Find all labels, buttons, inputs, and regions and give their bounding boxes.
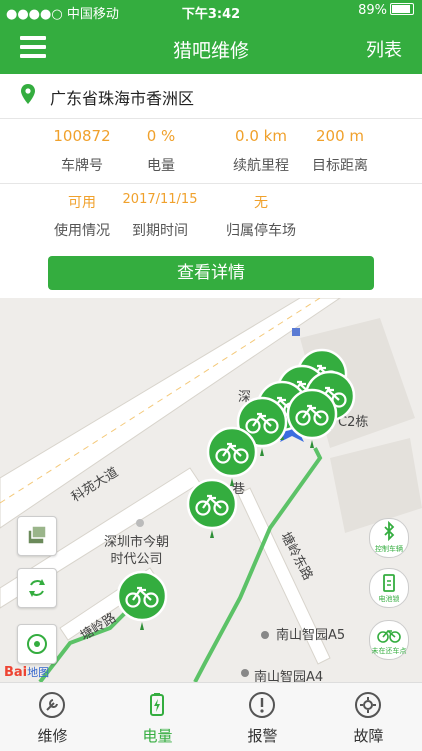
location-pin-icon xyxy=(21,84,35,104)
map-layers-icon xyxy=(27,525,47,545)
stat-battery: 0 % 电量 xyxy=(111,127,211,175)
battery-icon xyxy=(390,3,414,15)
tab-label: 故障 xyxy=(353,727,384,745)
tab-label: 报警 xyxy=(247,727,278,745)
locate-button[interactable] xyxy=(17,624,57,664)
page-title: 猎吧维修 xyxy=(172,40,249,62)
poi-label: 深圳市今朝 时代公司 xyxy=(104,535,170,567)
tab-bar: 维修 电量 报警 故障 xyxy=(0,682,422,751)
control-vehicle-label: 控制车辆 xyxy=(375,545,403,553)
not-at-return-point-label: 未在还车点 xyxy=(371,647,407,655)
control-vehicle-button[interactable]: 控制车辆 xyxy=(369,518,409,558)
status-bar: ●●●●○ 中国移动 下午3:42 89% xyxy=(0,0,422,22)
tab-label: 电量 xyxy=(142,727,173,745)
vehicle-stats: 100872 车牌号 0 % 电量 0.0 km 续航里程 200 m 目标距离 xyxy=(0,119,422,184)
battery-percent: 89% xyxy=(358,3,387,18)
gear-icon xyxy=(355,692,381,718)
bluetooth-icon xyxy=(384,520,395,542)
list-button[interactable]: 列表 xyxy=(366,36,402,62)
locate-icon xyxy=(27,634,47,654)
layer-toggle-button[interactable] xyxy=(17,516,57,556)
info-expiry: 2017/11/15 到期时间 xyxy=(110,192,210,240)
tab-battery[interactable]: 电量 xyxy=(105,683,210,751)
nav-bar: 猎吧维修 列表 xyxy=(0,22,422,74)
battery-lock-icon xyxy=(383,574,395,592)
tab-alarm[interactable]: 报警 xyxy=(210,683,315,751)
stat-label: 目标距离 xyxy=(312,158,368,174)
battery-lock-label: 电池锁 xyxy=(378,595,400,603)
tab-repair[interactable]: 维修 xyxy=(0,683,105,751)
refresh-icon xyxy=(29,579,45,597)
vehicle-info: 可用 使用情况 2017/11/15 到期时间 无 归属停车场 xyxy=(0,184,422,248)
tab-label: 维修 xyxy=(37,727,68,745)
map-view[interactable]: 科苑大道 深圳市今朝 时代公司 塘岭路 塘岭东路 南山智园A5 南山智园A4 C… xyxy=(0,298,422,682)
refresh-button[interactable] xyxy=(17,568,57,608)
stat-label: 电量 xyxy=(147,158,175,174)
info-label: 到期时间 xyxy=(132,223,188,239)
stat-value: 0 % xyxy=(146,127,176,145)
battery-charge-icon xyxy=(150,693,164,716)
view-details-button[interactable]: 查看详情 xyxy=(48,256,374,290)
info-parking: 无 归属停车场 xyxy=(211,192,311,240)
alert-icon xyxy=(249,692,275,718)
status-right: 89% xyxy=(358,3,414,18)
not-at-return-point-button[interactable]: 未在还车点 xyxy=(369,620,409,660)
bike-marker[interactable] xyxy=(286,388,338,448)
bike-marker[interactable] xyxy=(116,570,168,630)
info-value: 无 xyxy=(254,195,268,211)
stat-value: 200 m xyxy=(315,127,364,145)
bike-marker[interactable] xyxy=(206,426,258,486)
stat-distance: 200 m 目标距离 xyxy=(290,127,390,175)
tab-fault[interactable]: 故障 xyxy=(316,683,421,751)
info-value: 2017/11/15 xyxy=(122,192,198,207)
bike-marker[interactable] xyxy=(186,478,238,538)
battery-lock-button[interactable]: 电池锁 xyxy=(369,568,409,608)
provider-name: Bai xyxy=(4,665,28,680)
poi-label: 南山智园A5 xyxy=(276,628,346,643)
info-label: 归属停车场 xyxy=(226,223,296,239)
bike-icon xyxy=(377,629,401,643)
address-text: 广东省珠海市香洲区 xyxy=(50,89,195,108)
baidu-map-logo: Bai地图 xyxy=(4,664,49,680)
provider-suffix: 地图 xyxy=(27,666,50,679)
poi-label: 南山智园A4 xyxy=(254,670,324,682)
wrench-icon xyxy=(39,692,65,718)
address-row: 广东省珠海市香洲区 xyxy=(0,74,422,119)
